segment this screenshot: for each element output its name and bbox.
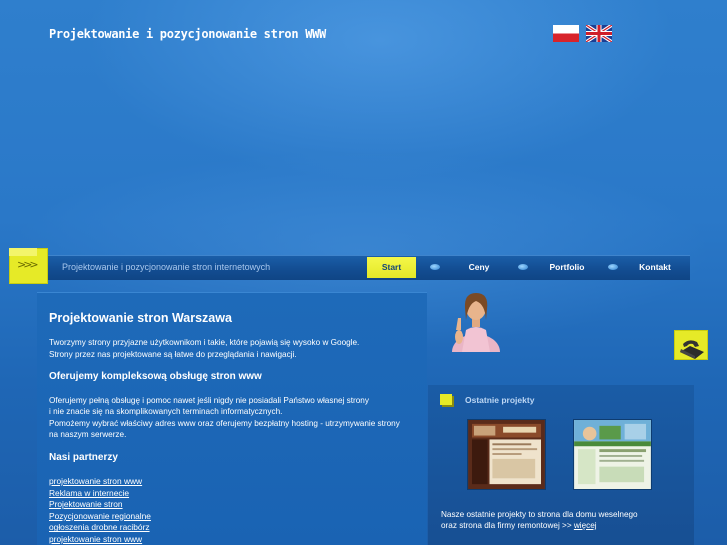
site-title: Projektowanie i pozycjonowanie stron WWW: [49, 27, 326, 41]
nav-separator-icon: [518, 264, 528, 270]
partner-link[interactable]: Reklama w internecie: [49, 488, 151, 500]
description-line: Nasze ostatnie projekty to strona dla do…: [441, 510, 638, 519]
page-title: Projektowanie stron Warszawa: [49, 311, 232, 325]
service-heading: Oferujemy kompleksową obsługę stron www: [49, 371, 262, 382]
nav-tagline: Projektowanie i pozycjonowanie stron int…: [62, 262, 271, 272]
nav-separator-icon: [430, 264, 440, 270]
nav-separator-icon: [608, 264, 618, 270]
partner-link[interactable]: ogłoszenia drobne racibórz: [49, 522, 151, 534]
double-arrow-icon: >>>: [17, 258, 39, 271]
bullet-square-icon: [440, 394, 452, 405]
description-text: oraz strona dla firmy remontowej >>: [441, 521, 574, 530]
intro-text-line: Tworzymy strony przyjazne użytkownikom i…: [49, 338, 360, 347]
partner-link[interactable]: Pozycjonowanie regionalne: [49, 511, 151, 523]
partner-link[interactable]: projektowanie stron www: [49, 476, 151, 488]
partner-link[interactable]: projektowanie stron www: [49, 534, 151, 545]
intro-text-line: Strony przez nas projektowane są łatwe d…: [49, 350, 297, 359]
project-thumbnail-wedding[interactable]: [467, 419, 546, 490]
recent-projects-description: Nasze ostatnie projekty to strona dla do…: [441, 509, 638, 531]
consultant-photo: [452, 293, 500, 352]
service-text-line: na naszym serwerze.: [49, 430, 127, 439]
nav-item-start[interactable]: Start: [367, 257, 416, 278]
service-text-line: i nie znacie się na skomplikowanych term…: [49, 407, 283, 416]
more-link[interactable]: więcej: [574, 521, 597, 530]
partners-heading: Nasi partnerzy: [49, 452, 118, 463]
nav-item-portfolio[interactable]: Portfolio: [544, 262, 590, 276]
nav-item-ceny[interactable]: Ceny: [458, 262, 500, 276]
nav-arrow-badge-highlight: [9, 248, 37, 256]
project-thumbnail-renovation[interactable]: [573, 419, 652, 490]
pl-flag-icon[interactable]: [553, 25, 579, 42]
description-line: oraz strona dla firmy remontowej >> więc…: [441, 520, 638, 531]
partners-list: projektowanie stron www Reklama w intern…: [49, 476, 151, 545]
uk-flag-icon[interactable]: [586, 25, 612, 42]
nav-item-kontakt[interactable]: Kontakt: [632, 262, 678, 276]
phone-icon: [680, 340, 704, 359]
recent-projects-title: Ostatnie projekty: [465, 395, 535, 405]
partner-link[interactable]: Projektowanie stron: [49, 499, 151, 511]
